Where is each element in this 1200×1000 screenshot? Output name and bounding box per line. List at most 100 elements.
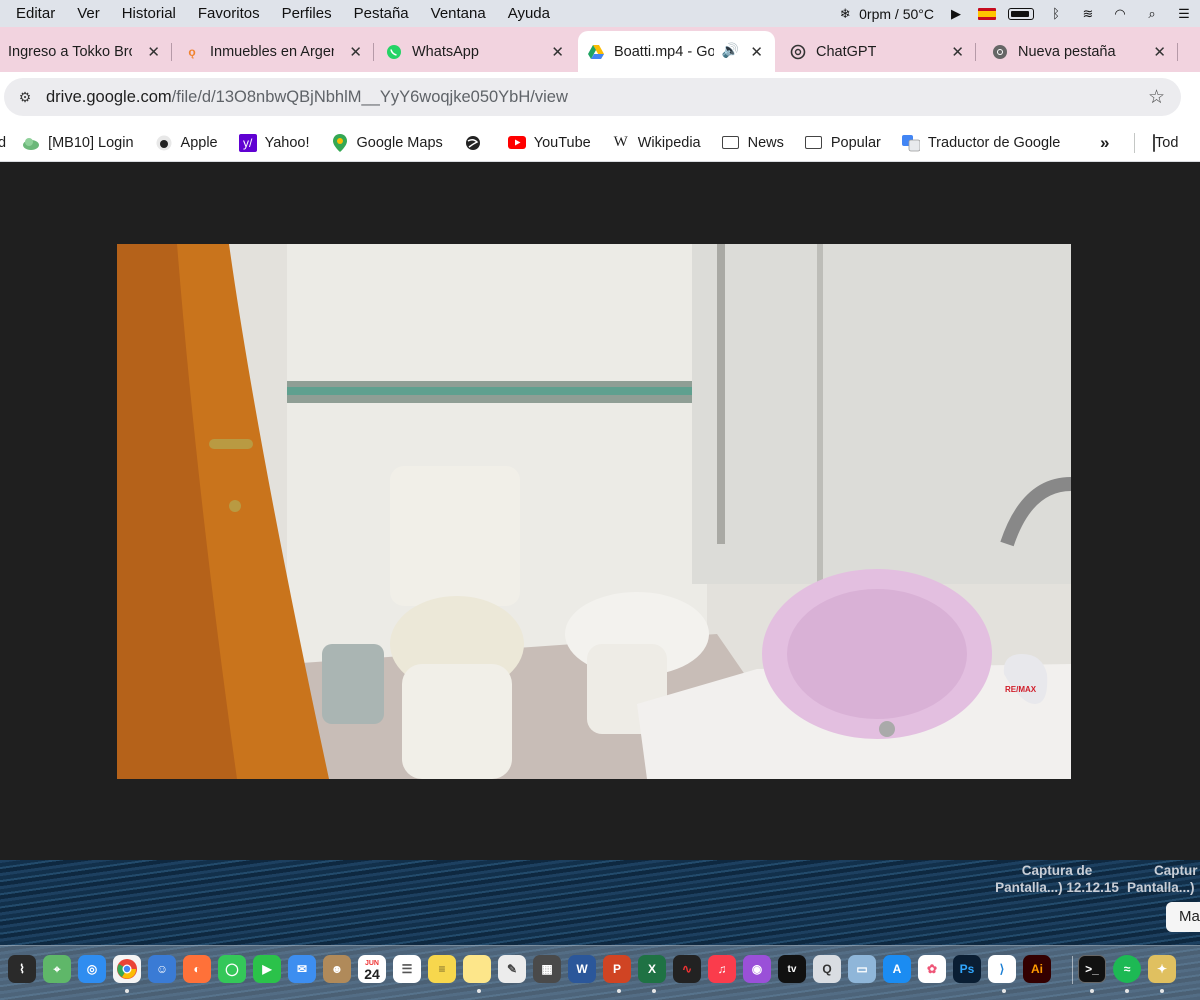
word-icon[interactable]: W [568, 955, 596, 983]
control-icon[interactable]: ≋ [1078, 6, 1098, 22]
contacts-icon[interactable]: ☻ [323, 955, 351, 983]
preview-icon[interactable]: ▭ [848, 955, 876, 983]
calculator-icon[interactable]: ▦ [533, 955, 561, 983]
powerpoint-icon[interactable]: P [603, 955, 631, 983]
app-store-icon[interactable]: A [883, 955, 911, 983]
fan-status-text: 0rpm / 50°C [859, 5, 934, 22]
notes-icon[interactable]: ≡ [428, 955, 456, 983]
close-icon[interactable]: ✕ [951, 43, 964, 61]
bookmarks-divider [1134, 133, 1135, 153]
address-bar[interactable]: ⚙ drive.google.com/file/d/13O8nbwQBjNbhl… [4, 78, 1181, 116]
bookmark-label: Apple [180, 134, 218, 151]
bookmark-google-maps[interactable]: Google Maps [331, 133, 443, 152]
menu-pestana[interactable]: Pestaña [343, 0, 420, 27]
tab-boatti-video[interactable]: Boatti.mp4 - Go 🔊 ✕ [578, 31, 775, 72]
mail-icon[interactable]: ✉ [288, 955, 316, 983]
tab-whatsapp[interactable]: WhatsApp ✕ [376, 31, 576, 72]
google-drive-icon [588, 44, 604, 60]
close-icon[interactable]: ✕ [750, 43, 763, 61]
calendar-icon[interactable]: JUN 24 [358, 955, 386, 983]
music-icon[interactable]: ♫ [708, 955, 736, 983]
menu-favoritos[interactable]: Favoritos [187, 0, 271, 27]
fan-status[interactable]: ❄ 0rpm / 50°C [835, 6, 934, 22]
menu-ayuda[interactable]: Ayuda [497, 0, 561, 27]
audio-playing-icon[interactable]: 🔊 [722, 42, 739, 59]
menu-perfiles[interactable]: Perfiles [271, 0, 343, 27]
voice-memos-icon[interactable]: ∿ [673, 955, 701, 983]
bookmark-youtube[interactable]: YouTube [507, 134, 591, 152]
wifi-icon[interactable]: ◠ [1110, 6, 1130, 22]
play-circle-icon[interactable]: ▶ [946, 6, 966, 22]
youtube-icon [507, 134, 526, 152]
facetime-icon[interactable]: ▶ [253, 955, 281, 983]
bookmark-globe[interactable] [464, 134, 490, 152]
quicktime-icon[interactable]: Q [813, 955, 841, 983]
control-center-icon[interactable]: ☰ [1174, 6, 1194, 22]
site-settings-icon[interactable]: ⚙ [16, 89, 34, 106]
terminal-icon[interactable]: >_ [1078, 955, 1106, 983]
photoshop-icon[interactable]: Ps [953, 955, 981, 983]
activity-monitor-icon[interactable]: ⌇ [8, 955, 36, 983]
tab-nueva-pestana[interactable]: Nueva pestaña ✕ [982, 31, 1178, 72]
close-icon[interactable]: ✕ [349, 43, 362, 61]
maps-pin-icon [331, 133, 349, 152]
bookmark-partial[interactable]: d [0, 135, 6, 151]
desktop-file-screenshot-1[interactable]: Captura de Pantalla...) 12.12.15 [992, 862, 1122, 896]
bookmark-label: Yahoo! [264, 134, 310, 151]
video-player[interactable]: RE/MAX [117, 244, 1071, 779]
menu-historial[interactable]: Historial [111, 0, 187, 27]
close-icon[interactable]: ✕ [1153, 43, 1166, 61]
cloud-icon [22, 134, 40, 152]
vscode-icon[interactable]: ⟩ [988, 955, 1016, 983]
bookmark-wikipedia[interactable]: W Wikipedia [612, 134, 701, 152]
tab-tokko[interactable]: Ingreso a Tokko Bro ✕ [0, 31, 172, 72]
video-frame-bathroom [117, 244, 1071, 779]
utility-icon[interactable]: ✦ [1148, 955, 1176, 983]
running-indicator [1160, 989, 1164, 993]
menu-editar[interactable]: Editar [0, 0, 66, 27]
chatgpt-icon [790, 44, 806, 60]
other-bookmarks-folder[interactable]: Tod [1153, 124, 1178, 162]
menu-ventana[interactable]: Ventana [420, 0, 497, 27]
finder-alt-icon[interactable]: ☺ [148, 955, 176, 983]
close-icon[interactable]: ✕ [147, 43, 160, 61]
menu-ver[interactable]: Ver [66, 0, 111, 27]
bookmark-traductor[interactable]: Traductor de Google [901, 134, 1060, 152]
bookmark-label: [MB10] Login [48, 134, 134, 151]
spotify-icon[interactable]: ≈ [1113, 955, 1141, 983]
bookmark-star-icon[interactable]: ☆ [1148, 86, 1165, 109]
apple-tv-icon[interactable]: tv [778, 955, 806, 983]
photos-icon[interactable]: ✿ [918, 955, 946, 983]
more-bookmarks-chevron-icon[interactable]: » [1100, 133, 1109, 153]
stickies-icon[interactable] [463, 955, 491, 983]
desktop-popup-button[interactable]: Ma [1166, 902, 1200, 932]
illustrator-icon[interactable]: Ai [1023, 955, 1051, 983]
search-icon[interactable]: ⌕ [1142, 6, 1162, 22]
spain-flag-icon[interactable] [978, 7, 996, 20]
wikipedia-icon: W [613, 134, 628, 150]
battery-icon[interactable] [1008, 7, 1034, 20]
tab-inmuebles[interactable]: ǫ Inmuebles en Argen ✕ [174, 31, 374, 72]
url-text[interactable]: drive.google.com/file/d/13O8nbwQBjNbhlM_… [46, 88, 568, 107]
bookmark-folder-popular[interactable]: Popular [805, 134, 881, 152]
close-icon[interactable]: ✕ [551, 43, 564, 61]
tab-chatgpt[interactable]: ChatGPT ✕ [780, 31, 976, 72]
bookmark-folder-news[interactable]: News [722, 134, 784, 152]
reminders-icon[interactable]: ☰ [393, 955, 421, 983]
folder-icon [722, 134, 740, 152]
chrome-icon[interactable] [113, 955, 141, 983]
textedit-icon[interactable]: ✎ [498, 955, 526, 983]
calendar-day: 24 [364, 966, 380, 982]
safari-icon[interactable]: ◎ [78, 955, 106, 983]
bookmark-apple[interactable]: Apple [155, 134, 218, 152]
messages-icon[interactable]: ◯ [218, 955, 246, 983]
bluetooth-icon[interactable]: ᛒ [1046, 6, 1066, 22]
firefox-icon[interactable]: ◐ [183, 955, 211, 983]
desktop-file-screenshot-2[interactable]: Captur Pantalla...) [1127, 862, 1200, 896]
bookmark-mb10-login[interactable]: [MB10] Login [22, 134, 134, 152]
excel-icon[interactable]: X [638, 955, 666, 983]
tab-title: Ingreso a Tokko Bro [8, 43, 132, 60]
maps-icon[interactable]: ⌖ [43, 955, 71, 983]
podcasts-icon[interactable]: ◉ [743, 955, 771, 983]
bookmark-yahoo[interactable]: y/ Yahoo! [238, 133, 310, 152]
